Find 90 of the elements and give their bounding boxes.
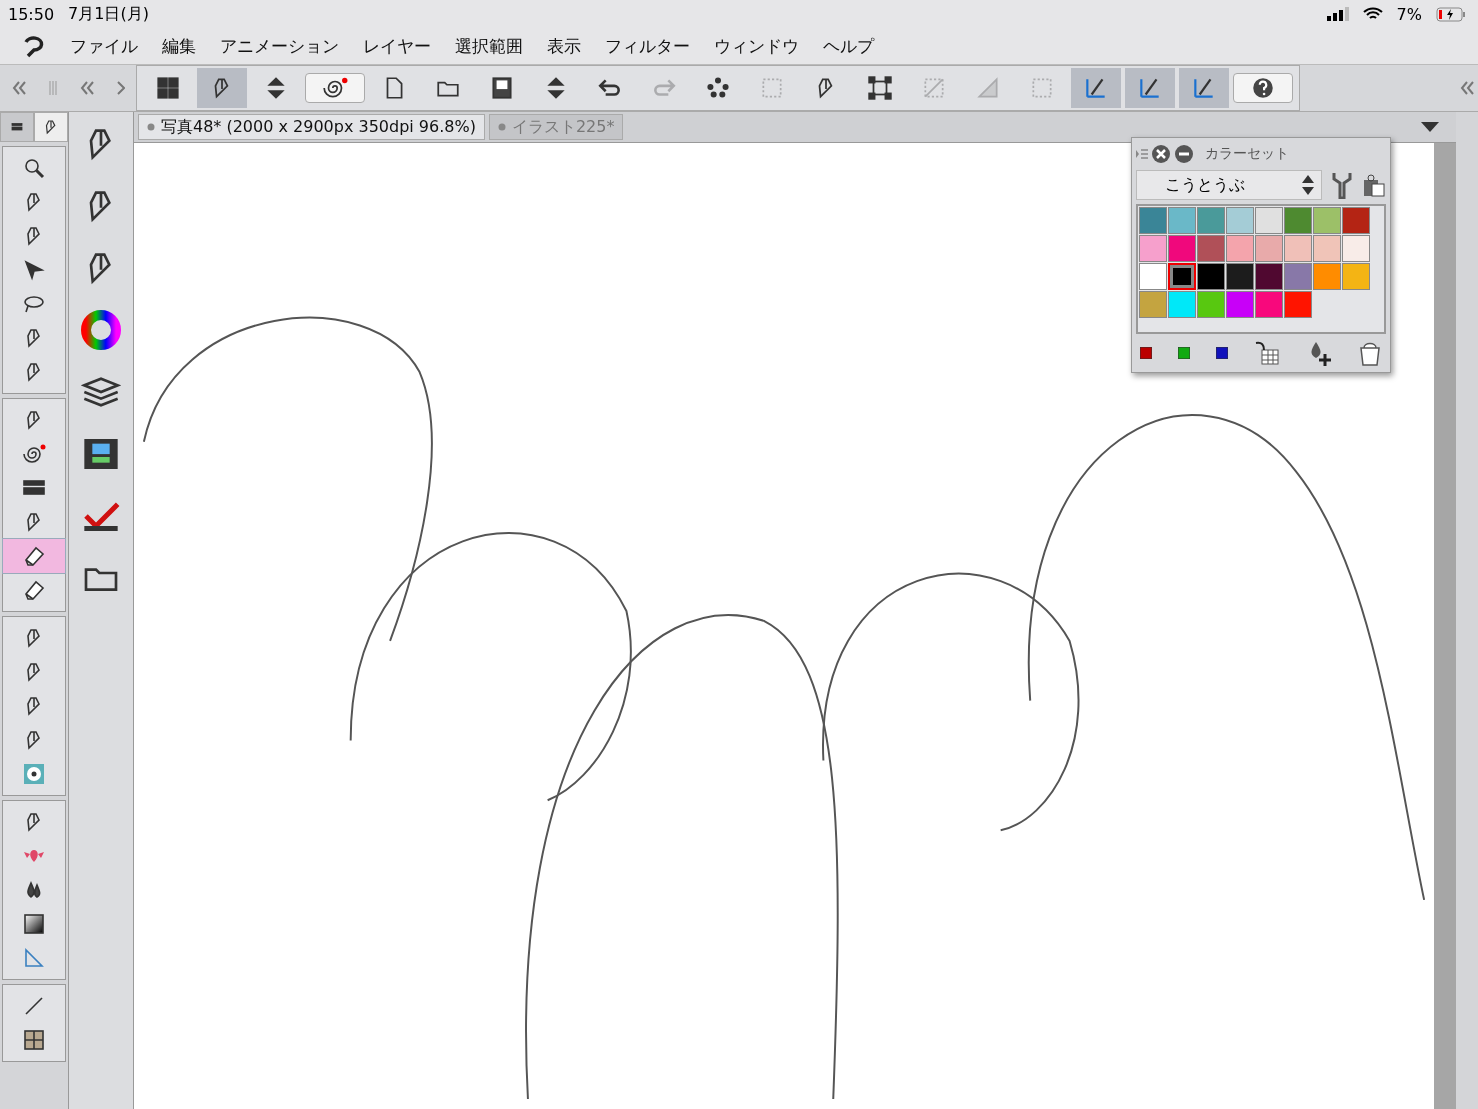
menu-item[interactable]: 表示	[547, 34, 581, 58]
trash-icon[interactable]	[1358, 340, 1382, 366]
color-swatch[interactable]	[1342, 263, 1370, 290]
color-swatch[interactable]	[1313, 207, 1341, 234]
triangle-ruler-icon	[22, 946, 46, 970]
dropdown-arrow-icon[interactable]	[1420, 121, 1440, 133]
spiral-icon	[22, 442, 46, 466]
grid-icon	[155, 75, 181, 101]
dot-icon	[147, 123, 155, 131]
menu-item[interactable]: ファイル	[70, 34, 138, 58]
color-swatch[interactable]	[1168, 235, 1196, 262]
minimize-icon[interactable]	[1174, 144, 1194, 164]
color-swatch[interactable]	[1255, 235, 1283, 262]
eraser-icon	[22, 544, 46, 568]
menu-item[interactable]: ウィンドウ	[714, 34, 799, 58]
palette-button[interactable]	[81, 310, 121, 350]
up-down-arrows-icon	[1301, 174, 1315, 196]
panel-title: カラーセット	[1205, 145, 1289, 163]
menu-item[interactable]: 選択範囲	[455, 34, 523, 58]
grip-icon	[48, 81, 57, 95]
color-swatch[interactable]	[1197, 291, 1225, 318]
toolbar-button[interactable]	[1233, 73, 1293, 103]
dashed-square-icon	[1029, 75, 1055, 101]
dot-icon	[497, 123, 506, 131]
color-swatch[interactable]	[1226, 263, 1254, 290]
bars-icon	[11, 121, 23, 133]
wrench-icon[interactable]	[1330, 171, 1354, 199]
color-swatch[interactable]	[1342, 235, 1370, 262]
color-swatch[interactable]	[1226, 291, 1254, 318]
color-swatch[interactable]	[1313, 263, 1341, 290]
close-icon[interactable]	[1151, 144, 1171, 164]
palette-tab[interactable]	[34, 112, 68, 142]
frame-icon	[22, 1028, 46, 1052]
color-swatch[interactable]	[1284, 263, 1312, 290]
signal-icon	[1326, 7, 1349, 21]
triangle-icon	[975, 75, 1001, 101]
color-swatch[interactable]	[1226, 235, 1254, 262]
color-swatch[interactable]	[1139, 263, 1167, 290]
document-tab[interactable]: 写真48* (2000 x 2900px 350dpi 96.8%)	[138, 114, 485, 140]
wifi-icon	[1362, 7, 1383, 21]
color-swatch[interactable]	[1139, 235, 1167, 262]
diagonal-icon	[921, 75, 947, 101]
menu-item[interactable]: アニメーション	[220, 34, 339, 58]
double-chevron-left-icon[interactable]	[79, 81, 94, 95]
magnifier-icon	[22, 156, 46, 180]
battery-percent: 7%	[1396, 4, 1422, 24]
color-swatch[interactable]	[1197, 207, 1225, 234]
toolbar-button[interactable]	[197, 68, 247, 108]
double-chevron-left-icon[interactable]	[11, 81, 26, 95]
toolbar-button[interactable]	[305, 73, 365, 103]
color-set-dropdown[interactable]: こうとうぶ	[1136, 170, 1322, 200]
gradient-icon	[22, 912, 46, 936]
color-swatch[interactable]	[1139, 207, 1167, 234]
color-swatch[interactable]	[1226, 207, 1254, 234]
flower-icon	[22, 762, 46, 786]
color-swatch[interactable]	[1139, 291, 1167, 318]
color-swatch[interactable]	[1342, 207, 1370, 234]
transform-icon	[867, 75, 893, 101]
color-swatch[interactable]	[1284, 207, 1312, 234]
double-chevron-left-icon[interactable]	[1460, 81, 1474, 95]
status-date: 7月1日(月)	[68, 3, 149, 25]
chevron-right-icon[interactable]	[116, 81, 125, 95]
color-wheel-icon	[81, 310, 121, 350]
color-swatch[interactable]	[1284, 235, 1312, 262]
swatch-import-icon[interactable]	[1254, 340, 1280, 366]
color-swatch[interactable]	[1255, 207, 1283, 234]
color-swatch[interactable]	[1168, 263, 1196, 290]
color-swatch[interactable]	[1255, 263, 1283, 290]
menu-item[interactable]: レイヤー	[363, 34, 431, 58]
color-swatch[interactable]	[1197, 235, 1225, 262]
battery-icon	[1436, 6, 1466, 22]
eraser-icon	[22, 578, 46, 602]
save-icon	[489, 75, 515, 101]
palette-tab[interactable]	[0, 112, 34, 142]
color-swatch[interactable]	[1197, 263, 1225, 290]
menu-item[interactable]: 編集	[162, 34, 196, 58]
menu-item[interactable]: ヘルプ	[823, 34, 874, 58]
color-swatch[interactable]	[1313, 235, 1341, 262]
color-swatch[interactable]	[1168, 291, 1196, 318]
color-swatch[interactable]	[1255, 291, 1283, 318]
dots-icon	[705, 75, 731, 101]
tool-button[interactable]	[3, 539, 65, 573]
dashed-square-icon	[759, 75, 785, 101]
color-swatch[interactable]	[1284, 291, 1312, 318]
help-icon	[1250, 75, 1276, 101]
status-time: 15:50	[8, 4, 55, 24]
clipboard-icon[interactable]	[1362, 172, 1386, 198]
menu-item[interactable]: フィルター	[605, 34, 690, 58]
move-arrows-icon	[22, 258, 46, 282]
color-swatch[interactable]	[1168, 207, 1196, 234]
